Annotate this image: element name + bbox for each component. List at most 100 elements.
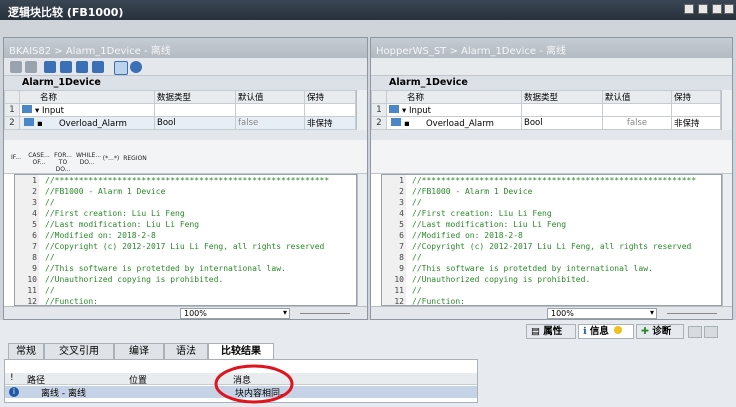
pin-icon[interactable] (684, 4, 694, 14)
download-icon[interactable] (10, 61, 22, 73)
line-number: 9 (399, 264, 404, 273)
tab-syntax[interactable]: 语法 (164, 343, 208, 359)
zoom-select[interactable]: 100% ▾ (180, 308, 290, 319)
code-line: //Copyright (c) 2012-2017 Liu Li Feng, a… (412, 242, 692, 251)
param-type[interactable]: Bool (154, 116, 236, 130)
line-number: 4 (32, 209, 37, 218)
input-section[interactable]: ▾ Input (386, 103, 522, 117)
input-section[interactable]: ▾ Input (19, 103, 155, 117)
next-diff-icon[interactable] (76, 61, 88, 73)
line-number: 8 (399, 253, 404, 262)
prev-diff-icon[interactable] (60, 61, 72, 73)
splitter[interactable] (371, 130, 732, 140)
table-row[interactable]: 1 ▾ Input (371, 103, 721, 117)
empty-cell (602, 103, 672, 117)
instr-while[interactable]: WHILE... DO... (76, 152, 101, 166)
param-name-label: Overload_Alarm (58, 118, 127, 129)
param-name[interactable]: ▪ Overload_Alarm (386, 116, 522, 130)
empty-cell (671, 103, 721, 117)
maximize-icon[interactable] (712, 4, 722, 14)
collapse-icon[interactable] (704, 326, 718, 338)
tab-properties[interactable]: ▤ 属性 (526, 324, 576, 339)
line-number: 12 (394, 297, 404, 306)
tab-general[interactable]: 常规 (8, 343, 44, 359)
table-scrollbar[interactable] (721, 90, 732, 130)
param-icon (22, 104, 32, 113)
code-line: //First creation: Liu Li Feng (45, 209, 185, 218)
param-name[interactable]: ▪ Overload_Alarm (19, 116, 155, 130)
code-scrollbar[interactable] (722, 174, 732, 306)
tab-compile[interactable]: 编译 (114, 343, 164, 359)
param-retain[interactable]: 非保持 (304, 116, 356, 130)
annotation-circle (214, 364, 294, 404)
instr-case[interactable]: CASE... OF... (28, 152, 50, 166)
table-row[interactable]: 2 ▪ Overload_Alarm Bool false 非保持 (4, 116, 356, 130)
result-path: 离线 - 离线 (41, 389, 86, 399)
rownum-header (371, 90, 387, 104)
param-name-label: Overload_Alarm (425, 118, 494, 129)
line-number: 2 (32, 187, 37, 196)
col-path: 路径 (27, 376, 46, 386)
sync-scroll-icon[interactable] (114, 61, 128, 75)
minimize-icon[interactable] (698, 4, 708, 14)
tab-diagnostics[interactable]: ✚ 诊断 (636, 324, 684, 339)
input-section-label: Input (408, 105, 431, 116)
code-line: // (45, 286, 55, 295)
diagnostics-icon: ✚ (641, 326, 649, 337)
tab-info[interactable]: ℹ 信息 (578, 324, 634, 339)
left-status-bar: 100% ▾ (4, 306, 367, 319)
param-retain[interactable]: 非保持 (671, 116, 721, 130)
right-code-editor[interactable]: 1 //*************************************… (381, 174, 722, 306)
zoom-slider[interactable] (667, 313, 717, 314)
line-number: 7 (32, 242, 37, 251)
code-line: //This software is protetded by internat… (45, 264, 286, 273)
tab-compare-result[interactable]: 比较结果 (208, 343, 274, 359)
expand-icon[interactable] (688, 326, 702, 338)
right-editor-pane: HopperWS_ST > Alarm_1Device - 离线 Alarm_1… (370, 37, 733, 320)
col-type: 数据类型 (521, 90, 603, 104)
line-number: 10 (394, 275, 404, 284)
table-row[interactable]: 2 ▪ Overload_Alarm Bool false 非保持 (371, 116, 721, 130)
empty-cell (304, 103, 356, 117)
instr-for[interactable]: FOR... TO DO... (52, 152, 74, 173)
splitter[interactable] (4, 130, 367, 140)
goto-icon[interactable] (92, 61, 104, 73)
line-number: 11 (27, 286, 37, 295)
refresh-icon[interactable] (130, 61, 142, 73)
line-number: 3 (32, 198, 37, 207)
left-code-editor[interactable]: 1 //*************************************… (14, 174, 357, 306)
param-icon (391, 117, 401, 126)
line-number: 1 (32, 176, 37, 185)
code-scrollbar[interactable] (357, 174, 367, 306)
zoom-value: 100% (551, 309, 574, 318)
upload-icon[interactable] (25, 61, 37, 73)
tab-cross-ref[interactable]: 交叉引用 (44, 343, 114, 359)
row-number: 2 (371, 116, 387, 130)
zoom-slider[interactable] (300, 313, 350, 314)
zoom-select[interactable]: 100% ▾ (547, 308, 657, 319)
instr-if[interactable]: IF... (8, 154, 24, 161)
table-row[interactable]: 1 ▾ Input (4, 103, 356, 117)
table-scrollbar[interactable] (356, 90, 367, 130)
param-default[interactable]: false (235, 116, 305, 130)
param-type[interactable]: Bool (521, 116, 603, 130)
instr-comment[interactable]: (*...*) (100, 155, 122, 162)
tab-info-label: 信息 (589, 326, 609, 337)
row-number: 2 (4, 116, 20, 130)
line-number: 5 (32, 220, 37, 229)
left-interface-table: 名称 数据类型 默认值 保持 1 ▾ Input 2 ▪ Overload_Al… (4, 90, 356, 130)
code-line: //Function: (412, 297, 465, 306)
code-line: // (45, 253, 55, 262)
left-editor-pane: BKAIS82 > Alarm_1Device - 离线 Alarm_1Devi… (3, 37, 368, 320)
insert-icon[interactable] (44, 61, 56, 73)
line-number: 12 (27, 297, 37, 306)
col-retain: 保持 (304, 90, 356, 104)
instr-region[interactable]: REGION (122, 155, 148, 162)
close-icon[interactable] (724, 4, 734, 14)
col-default: 默认值 (235, 90, 305, 104)
param-default[interactable]: false (602, 116, 672, 130)
right-block-name: Alarm_1Device (371, 76, 732, 90)
code-line: //FB1000 - Alarm 1 Device (45, 187, 166, 196)
code-line: //**************************************… (412, 176, 697, 185)
tab-properties-label: 属性 (543, 326, 563, 337)
